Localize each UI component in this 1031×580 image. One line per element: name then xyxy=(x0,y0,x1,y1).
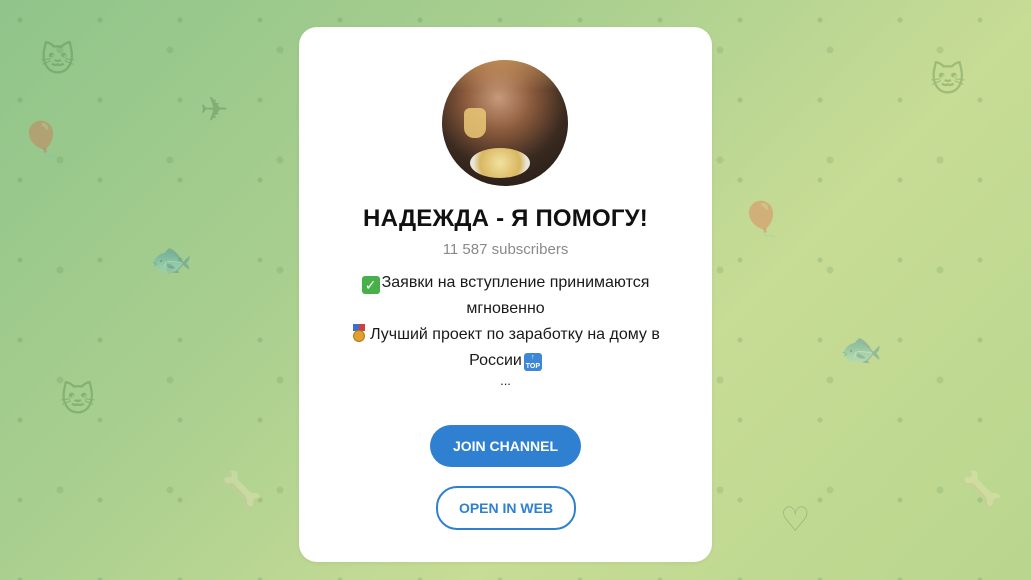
check-mark-icon: ✓ xyxy=(361,276,380,294)
balloon-doodle-icon: 🎈 xyxy=(740,200,783,240)
medal-icon xyxy=(351,324,367,342)
paperplane-doodle-icon: ✈ xyxy=(200,90,229,130)
balloon-doodle-icon: 🎈 xyxy=(20,120,63,160)
description-line-2: мгновенно xyxy=(466,300,545,317)
open-in-web-button[interactable]: OPEN IN WEB xyxy=(436,486,576,530)
cat-doodle-icon: 🐱 xyxy=(60,380,96,420)
cat-doodle-icon: 🐱 xyxy=(930,60,966,100)
heart-doodle-icon: ♡ xyxy=(780,500,811,540)
description-more: ... xyxy=(500,373,511,388)
cat-doodle-icon: 🐱 xyxy=(40,40,76,80)
top-arrow-icon: ↑ TOP xyxy=(523,353,542,371)
channel-title: НАДЕЖДА - Я ПОМОГУ! xyxy=(363,205,648,232)
fish-doodle-icon: 🐟 xyxy=(150,240,193,280)
channel-description: ✓ Заявки на вступление принимаются мгнове… xyxy=(329,270,682,388)
join-channel-button[interactable]: JOIN CHANNEL xyxy=(430,425,581,467)
subscriber-count: 11 587 subscribers xyxy=(442,241,569,258)
channel-avatar xyxy=(442,60,568,186)
channel-card: НАДЕЖДА - Я ПОМОГУ! 11 587 subscribers ✓… xyxy=(299,27,712,562)
fish-doodle-icon: 🐟 xyxy=(840,330,883,370)
bone-doodle-icon: 🦴 xyxy=(220,470,263,510)
description-line-1: Заявки на вступление принимаются xyxy=(381,274,650,291)
description-line-4: России xyxy=(469,352,522,369)
description-line-3: Лучший проект по заработку на дому в xyxy=(370,326,660,343)
bone-doodle-icon: 🦴 xyxy=(960,470,1003,510)
